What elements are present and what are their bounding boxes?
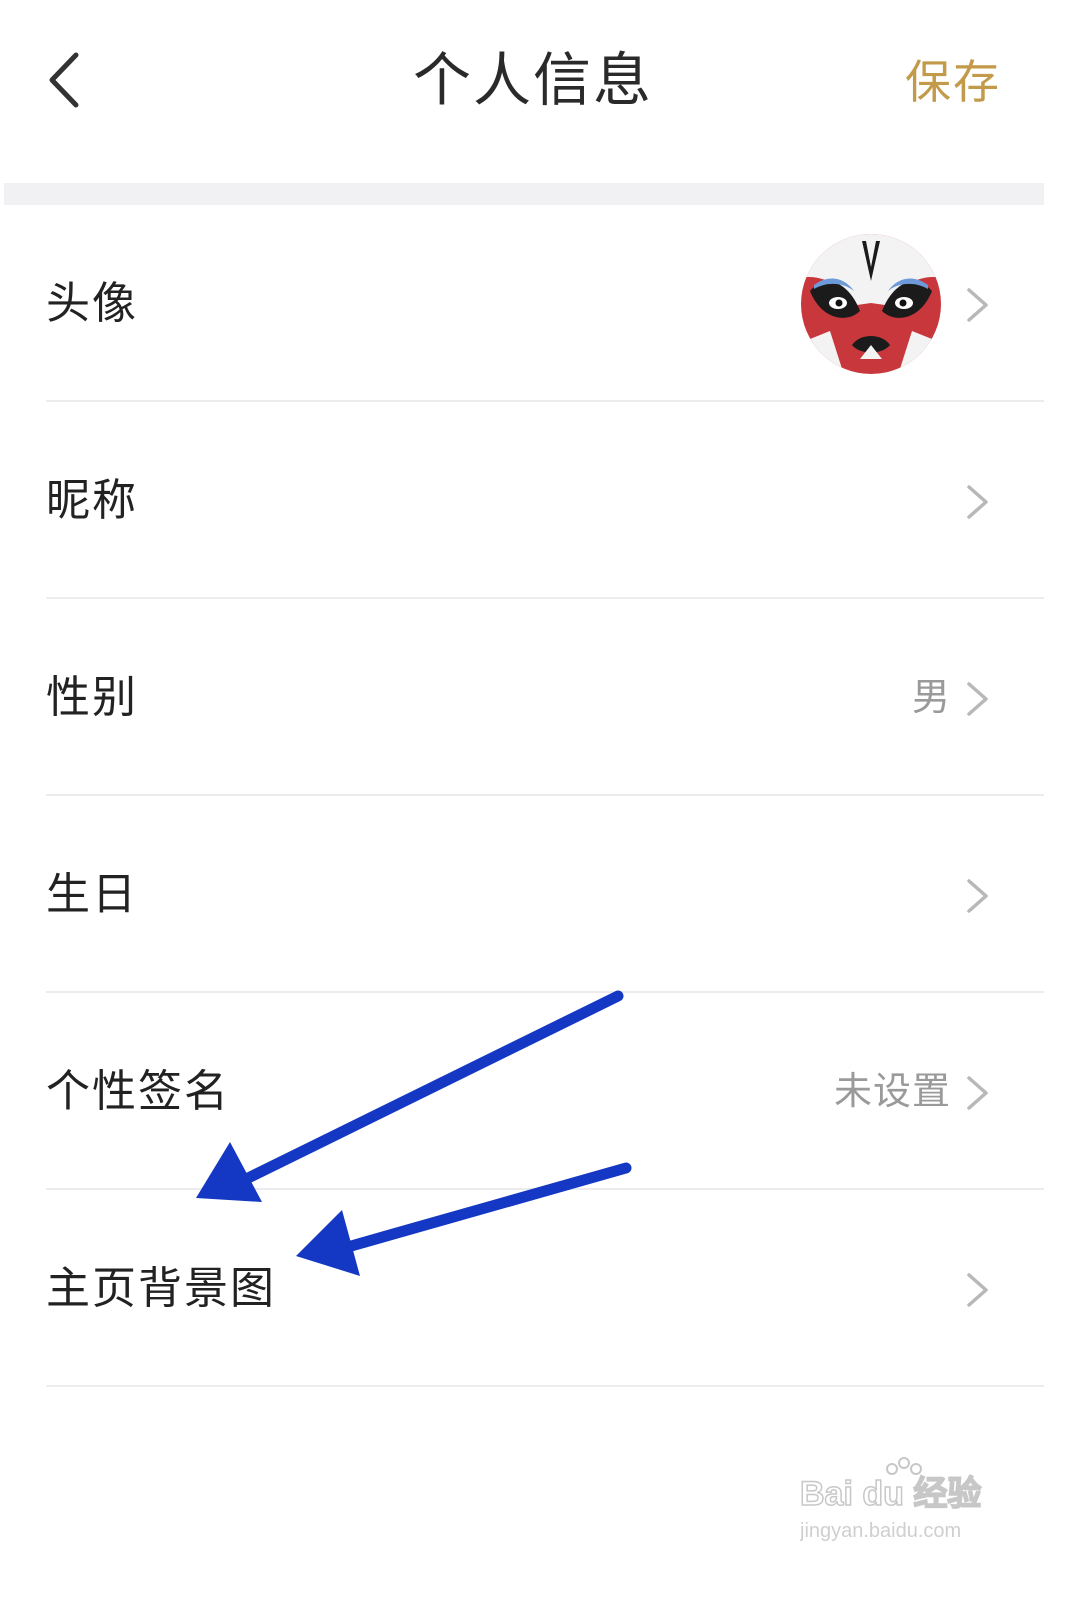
avatar-row[interactable]: 头像 [0,205,1066,402]
gender-value: 男 [911,675,951,719]
chevron-right-icon [967,1273,988,1307]
gender-row[interactable]: 性别 男 [0,599,1066,796]
watermark-brand: Bai du 经验 [800,1474,981,1513]
homepage-background-label: 主页背景图 [46,1263,276,1314]
watermark-url: jingyan.baidu.com [800,1520,961,1542]
chevron-right-icon [967,879,988,913]
avatar-label: 头像 [46,278,138,329]
top-bar: 个人信息 保存 [0,0,1066,185]
gender-label: 性别 [46,672,138,723]
signature-row[interactable]: 个性签名 未设置 [0,993,1066,1190]
chevron-right-icon [967,485,988,519]
birthday-row[interactable]: 生日 [0,796,1066,993]
nickname-row[interactable]: 昵称 [0,402,1066,599]
signature-label: 个性签名 [46,1066,230,1117]
save-button[interactable]: 保存 [905,42,1001,122]
divider [46,1385,1044,1387]
homepage-background-row[interactable]: 主页背景图 [0,1190,1066,1387]
chevron-right-icon [967,682,988,716]
signature-value: 未设置 [833,1069,951,1113]
avatar[interactable] [800,233,942,375]
chevron-right-icon [967,288,988,322]
birthday-label: 生日 [46,869,138,920]
baidu-jingyan-watermark: Bai du 经验 jingyan.baidu.com [800,1457,982,1542]
profile-settings-list: 头像 昵称 性别 男 生日 个性签名 未设置 主页背景图 [0,205,1066,1387]
section-gap [4,183,1044,205]
chevron-right-icon [967,1076,988,1110]
nickname-label: 昵称 [46,475,138,526]
